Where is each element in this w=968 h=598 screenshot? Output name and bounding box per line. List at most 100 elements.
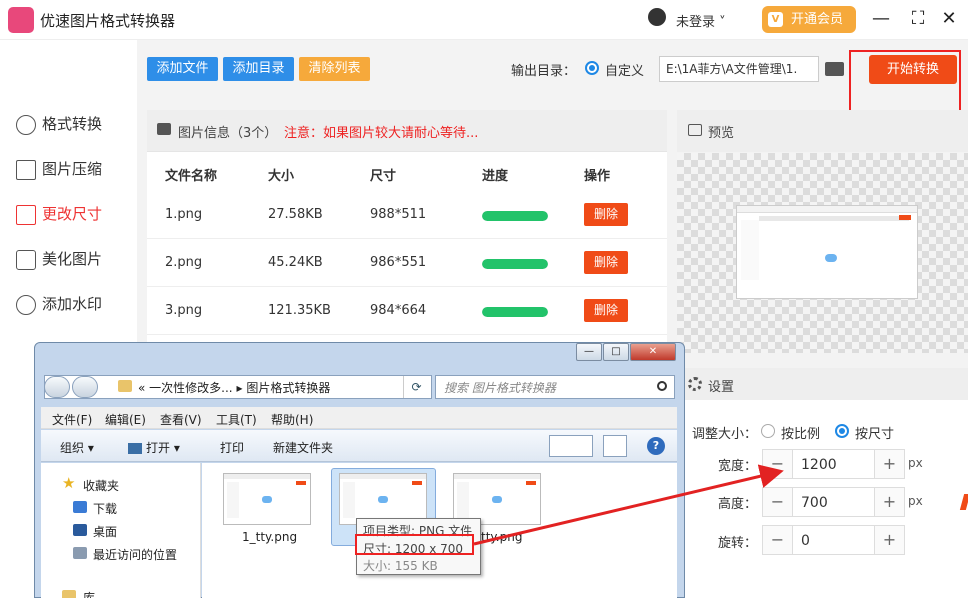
col-header-dims: 尺寸	[370, 169, 397, 184]
add-file-button[interactable]: 添加文件	[147, 57, 218, 81]
custom-output-radio[interactable]	[585, 61, 599, 75]
width-value[interactable]: 1200	[801, 457, 837, 473]
nav-downloads[interactable]: 下载	[93, 500, 117, 517]
folder-icon	[118, 380, 132, 392]
sidebar-item-compress[interactable]: 图片压缩	[16, 158, 102, 182]
rotate-stepper[interactable]: − 0 +	[762, 525, 905, 555]
beautify-icon	[16, 249, 36, 270]
resize-by-ratio-radio[interactable]	[761, 424, 775, 438]
preview-pane-icon[interactable]	[603, 435, 627, 457]
view-options-icon[interactable]	[549, 435, 593, 457]
resize-mode-label: 调整大小：	[692, 427, 758, 442]
height-decrement-button[interactable]: −	[763, 488, 793, 516]
new-folder-button[interactable]: 新建文件夹	[273, 439, 333, 456]
width-unit: px	[908, 456, 923, 470]
refresh-icon[interactable]: ⟳	[403, 376, 429, 398]
menu-file[interactable]: 文件(F)	[52, 411, 92, 428]
resize-by-size-label: 按尺寸	[855, 427, 895, 442]
app-title: 优速图片格式转换器	[40, 12, 176, 30]
width-decrement-button[interactable]: −	[763, 450, 793, 478]
folder-icon[interactable]	[825, 62, 844, 76]
resize-by-size-radio[interactable]	[835, 424, 849, 438]
settings-title: 设置	[708, 380, 735, 395]
col-header-size: 大小	[268, 169, 295, 184]
sidebar-item-format-convert[interactable]: 格式转换	[16, 113, 102, 137]
height-value[interactable]: 700	[801, 495, 828, 511]
sidebar-item-resize[interactable]: 更改尺寸	[16, 203, 102, 227]
col-header-name: 文件名称	[165, 169, 218, 184]
file-name: 1.png	[165, 207, 203, 222]
progress-fill	[482, 211, 548, 221]
file-name: 3.png	[165, 303, 203, 318]
output-dir-label: 输出目录：	[511, 64, 577, 79]
forward-arrow-icon[interactable]	[72, 376, 98, 398]
nav-desktop[interactable]: 桌面	[93, 523, 117, 540]
height-stepper[interactable]: − 700 +	[762, 487, 905, 517]
delete-button[interactable]: 删除	[584, 299, 628, 322]
close-button[interactable]: ✕	[938, 8, 960, 30]
rotate-decrement-button[interactable]: −	[763, 526, 793, 554]
menu-view[interactable]: 查看(V)	[160, 411, 202, 428]
width-increment-button[interactable]: +	[874, 450, 904, 478]
table-row[interactable]: 2.png 45.24KB 986*551 删除	[147, 239, 667, 287]
file-name-label[interactable]: 1_tty.png	[242, 530, 297, 544]
height-label: 高度：	[718, 497, 758, 512]
user-avatar-icon[interactable]	[648, 8, 666, 26]
vip-button[interactable]: V 开通会员	[762, 6, 856, 33]
maximize-button[interactable]: ⛶	[907, 8, 929, 30]
minimize-button[interactable]: —	[870, 8, 892, 30]
search-icon[interactable]	[657, 381, 667, 391]
organize-button[interactable]: 组织 ▾	[60, 439, 94, 456]
add-directory-button[interactable]: 添加目录	[223, 57, 294, 81]
preview-title: 预览	[708, 126, 735, 141]
table-row[interactable]: 1.png 27.58KB 988*511 删除	[147, 191, 667, 239]
library-icon	[62, 590, 76, 598]
dims-highlight	[355, 534, 474, 555]
desktop-icon	[73, 524, 87, 536]
gear-icon	[688, 377, 702, 391]
explorer-maximize-button[interactable]: □	[603, 343, 629, 361]
open-button[interactable]: 打开 ▾	[128, 439, 180, 456]
nav-library[interactable]: 库	[83, 589, 95, 598]
menu-edit[interactable]: 编辑(E)	[105, 411, 146, 428]
open-icon	[128, 443, 142, 454]
file-name-label[interactable]: tty.png	[481, 530, 522, 544]
file-size: 27.58KB	[268, 207, 323, 222]
height-increment-button[interactable]: +	[874, 488, 904, 516]
explorer-close-button[interactable]: ✕	[630, 343, 676, 361]
nav-recent[interactable]: 最近访问的位置	[93, 546, 177, 563]
file-dims: 984*664	[370, 303, 427, 318]
delete-button[interactable]: 删除	[584, 203, 628, 226]
tooltip-size: 大小: 155 KB	[363, 559, 438, 573]
width-label: 宽度：	[718, 459, 758, 474]
recent-places-icon	[73, 547, 87, 559]
menu-help[interactable]: 帮助(H)	[271, 411, 313, 428]
output-path-input[interactable]: E:\1A菲方\A文件管理\1.	[659, 56, 819, 82]
file-size: 121.35KB	[268, 303, 331, 318]
app-logo-icon	[8, 7, 34, 33]
menu-tools[interactable]: 工具(T)	[216, 411, 257, 428]
explorer-minimize-button[interactable]: —	[576, 343, 602, 361]
rotate-increment-button[interactable]: +	[874, 526, 904, 554]
rotate-value[interactable]: 0	[801, 533, 810, 549]
nav-favorites[interactable]: 收藏夹	[83, 477, 119, 494]
file-info-title: 图片信息（3个）	[178, 126, 278, 141]
progress-bar	[482, 259, 548, 269]
print-button[interactable]: 打印	[220, 439, 244, 456]
login-status[interactable]: 未登录 ˅	[676, 11, 726, 30]
sidebar-item-beautify[interactable]: 美化图片	[16, 248, 102, 272]
file-name: 2.png	[165, 255, 203, 270]
start-button-highlight	[849, 50, 961, 113]
file-thumbnail[interactable]	[223, 473, 311, 525]
sidebar-item-watermark[interactable]: 添加水印	[16, 293, 102, 317]
clear-list-button[interactable]: 清除列表	[299, 57, 370, 81]
progress-bar	[482, 211, 548, 221]
back-arrow-icon[interactable]	[44, 376, 70, 398]
width-stepper[interactable]: − 1200 +	[762, 449, 905, 479]
table-row[interactable]: 3.png 121.35KB 984*664 删除	[147, 287, 667, 335]
format-convert-icon	[16, 114, 36, 135]
breadcrumb[interactable]: « 一次性修改多... ▸ 图片格式转换器	[138, 379, 330, 396]
delete-button[interactable]: 删除	[584, 251, 628, 274]
help-icon[interactable]: ?	[647, 437, 665, 455]
progress-fill	[482, 307, 548, 317]
